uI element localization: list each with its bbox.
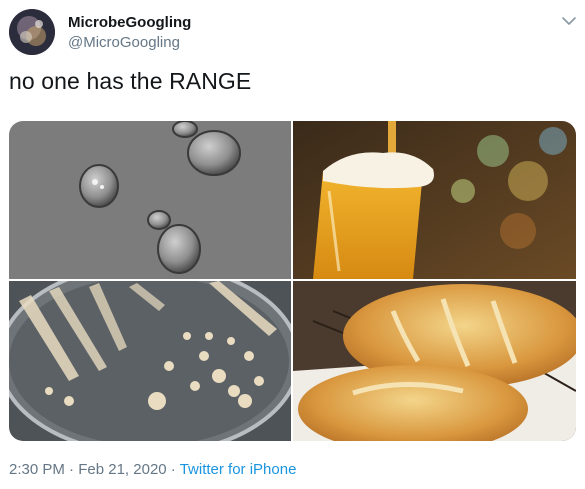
- tweet-time[interactable]: 2:30 PM: [9, 461, 65, 478]
- media-image-yeast-microscopy[interactable]: [9, 121, 291, 279]
- author-name[interactable]: MicrobeGoogling: [68, 14, 191, 31]
- avatar[interactable]: [9, 9, 55, 55]
- media-image-agar-plate[interactable]: [9, 281, 291, 441]
- media-image-bread[interactable]: [293, 281, 576, 441]
- tweet-source-link[interactable]: Twitter for iPhone: [180, 461, 297, 478]
- media-image-beer[interactable]: [293, 121, 576, 279]
- meta-separator: ·: [166, 461, 180, 478]
- meta-separator: ·: [64, 461, 79, 478]
- author-handle[interactable]: @MicroGoogling: [68, 34, 180, 51]
- tweet-date[interactable]: Feb 21, 2020: [78, 461, 166, 478]
- tweet-meta: 2:30 PM · Feb 21, 2020 · Twitter for iPh…: [9, 461, 296, 478]
- tweet-text: no one has the RANGE: [9, 68, 252, 94]
- media-grid: [9, 121, 576, 441]
- chevron-down-icon[interactable]: [560, 12, 578, 30]
